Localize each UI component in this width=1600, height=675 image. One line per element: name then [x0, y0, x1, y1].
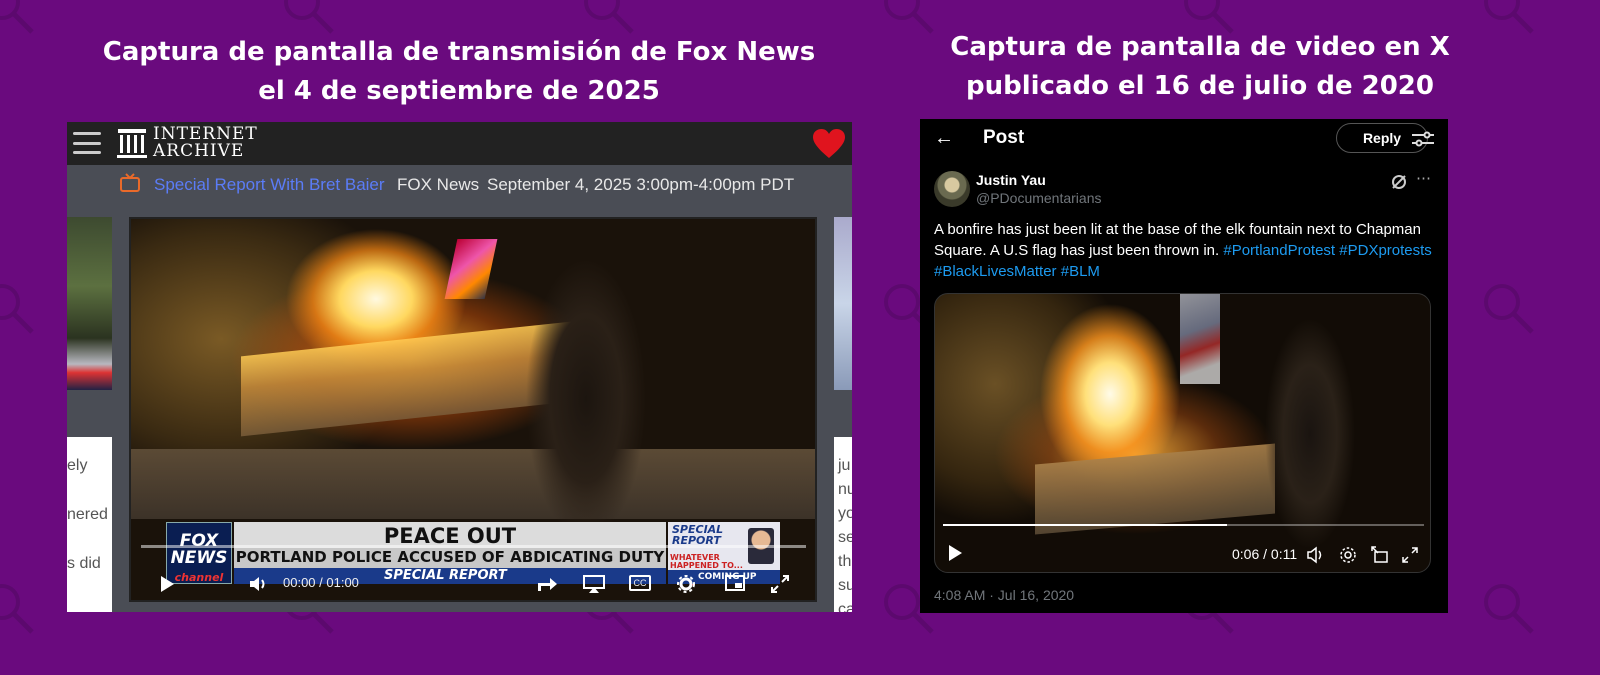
grok-icon[interactable]	[1390, 173, 1408, 191]
next-clip-thumbnail[interactable]	[834, 217, 852, 390]
transcript-line: ca	[838, 601, 852, 612]
x-seek-bar[interactable]	[943, 524, 1424, 526]
fox-news-video-player[interactable]: FOX NEWS channel PEACE OUT PORTLAND POLI…	[129, 217, 817, 602]
hashtag-link[interactable]: #PDXprotests	[1339, 242, 1432, 259]
previous-transcript-snippet: ely nered s did	[67, 437, 112, 612]
magnifier-pattern-icon	[1484, 584, 1534, 634]
picture-in-picture-icon[interactable]	[725, 575, 745, 591]
caption-line: Captura de pantalla de transmisión de Fo…	[102, 37, 816, 67]
settings-gear-icon[interactable]	[1339, 546, 1357, 564]
video-frame-flag	[444, 239, 498, 299]
network-name: FOX News	[397, 175, 480, 194]
menu-icon[interactable]	[73, 132, 101, 154]
hashtag-link[interactable]: #BLM	[1061, 263, 1100, 280]
settings-gear-icon[interactable]	[677, 575, 695, 593]
share-icon[interactable]	[536, 575, 558, 593]
transcript-line: nu	[838, 481, 852, 498]
next-transcript-snippet: ju nu yo se th su ca	[834, 437, 852, 612]
transcript-line: s did	[67, 555, 101, 572]
caption-line: publicado el 16 de julio de 2020	[966, 71, 1434, 101]
magnifier-pattern-icon	[0, 0, 34, 34]
play-icon[interactable]	[159, 575, 175, 593]
transcript-line: su	[838, 577, 852, 594]
transcript-line: ely	[67, 457, 88, 474]
fox-logo-line-3: channel	[174, 571, 224, 584]
settings-sliders-icon[interactable]	[1410, 127, 1438, 151]
x-post-screenshot: ← Post Reply Justin Yau @PDocumentarians…	[920, 119, 1448, 613]
magnifier-pattern-icon	[0, 584, 34, 634]
fox-news-logo: FOX NEWS channel	[166, 522, 232, 584]
hashtag-link[interactable]: #PortlandProtest	[1223, 242, 1335, 259]
back-arrow-icon[interactable]: ←	[934, 127, 954, 150]
air-date: September 4, 2025 3:00pm-4:00pm PDT	[487, 175, 795, 194]
internet-archive-screenshot: INTERNET ARCHIVE Special Report With Bre…	[67, 122, 852, 612]
fullscreen-icon[interactable]	[771, 575, 789, 593]
post-header-title: Post	[983, 127, 1025, 148]
caption-line: el 4 de septiembre de 2025	[258, 76, 660, 106]
transcript-line: se	[838, 529, 852, 546]
internet-archive-logo[interactable]: INTERNET ARCHIVE	[117, 126, 258, 160]
picture-in-picture-icon[interactable]	[1371, 546, 1389, 564]
magnifier-pattern-icon	[1484, 284, 1534, 334]
more-options-icon[interactable]: ⋯	[1416, 169, 1432, 187]
volume-icon[interactable]	[1307, 546, 1325, 564]
volume-icon[interactable]	[249, 575, 269, 593]
caption-left: Captura de pantalla de transmisión de Fo…	[66, 33, 852, 111]
video-frame-person	[1255, 314, 1365, 554]
closed-captions-icon[interactable]: CC	[629, 575, 651, 591]
cc-label: CC	[633, 578, 647, 588]
archive-building-icon	[117, 129, 147, 158]
transcript-line: th	[838, 553, 852, 570]
fox-logo-line-2: NEWS	[170, 548, 228, 568]
favorite-heart-icon[interactable]	[812, 128, 846, 160]
ia-top-bar: INTERNET ARCHIVE	[67, 122, 852, 165]
caption-line: Captura de pantalla de video en X	[950, 32, 1450, 62]
show-title-link[interactable]: Special Report With Bret Baier	[154, 175, 385, 195]
tv-icon	[120, 173, 140, 192]
video-time: 0:06 / 0:11	[1232, 546, 1298, 562]
ia-seek-bar[interactable]	[141, 545, 806, 548]
video-frame-flag	[1180, 294, 1220, 384]
caption-right: Captura de pantalla de video en X publica…	[900, 28, 1500, 106]
video-frame-fire	[1035, 443, 1275, 535]
author-handle[interactable]: @PDocumentarians	[976, 190, 1102, 206]
transcript-line: yo	[838, 505, 852, 522]
x-video-player[interactable]: 0:06 / 0:11	[934, 293, 1431, 573]
post-text: A bonfire has just been lit at the base …	[934, 219, 1434, 282]
logo-line-2: ARCHIVE	[153, 141, 245, 161]
magnifier-pattern-icon	[0, 284, 34, 334]
transcript-line: nered	[67, 506, 108, 523]
video-frame-fire	[241, 321, 571, 437]
side-panel-title: SPECIAL REPORT	[672, 524, 723, 546]
avatar[interactable]	[934, 171, 970, 207]
video-frame-person	[526, 259, 656, 559]
airplay-icon[interactable]	[583, 575, 605, 593]
fullscreen-icon[interactable]	[1401, 546, 1419, 564]
ia-metadata-bar: Special Report With Bret Baier FOX News …	[67, 165, 852, 207]
player-time: 00:00 / 01:00	[283, 575, 359, 590]
author-name[interactable]: Justin Yau	[976, 172, 1046, 188]
video-frame-steps	[131, 449, 815, 519]
previous-clip-thumbnail[interactable]	[67, 217, 112, 390]
play-icon[interactable]	[947, 544, 963, 562]
transcript-line: ju	[838, 457, 851, 474]
post-timestamp[interactable]: 4:08 AM · Jul 16, 2020	[934, 587, 1074, 603]
x-seek-bar-fill	[943, 524, 1227, 526]
hashtag-link[interactable]: #BlackLivesMatter	[934, 263, 1057, 280]
chyron-subheadline: PORTLAND POLICE ACCUSED OF ABDICATING DU…	[234, 548, 666, 568]
